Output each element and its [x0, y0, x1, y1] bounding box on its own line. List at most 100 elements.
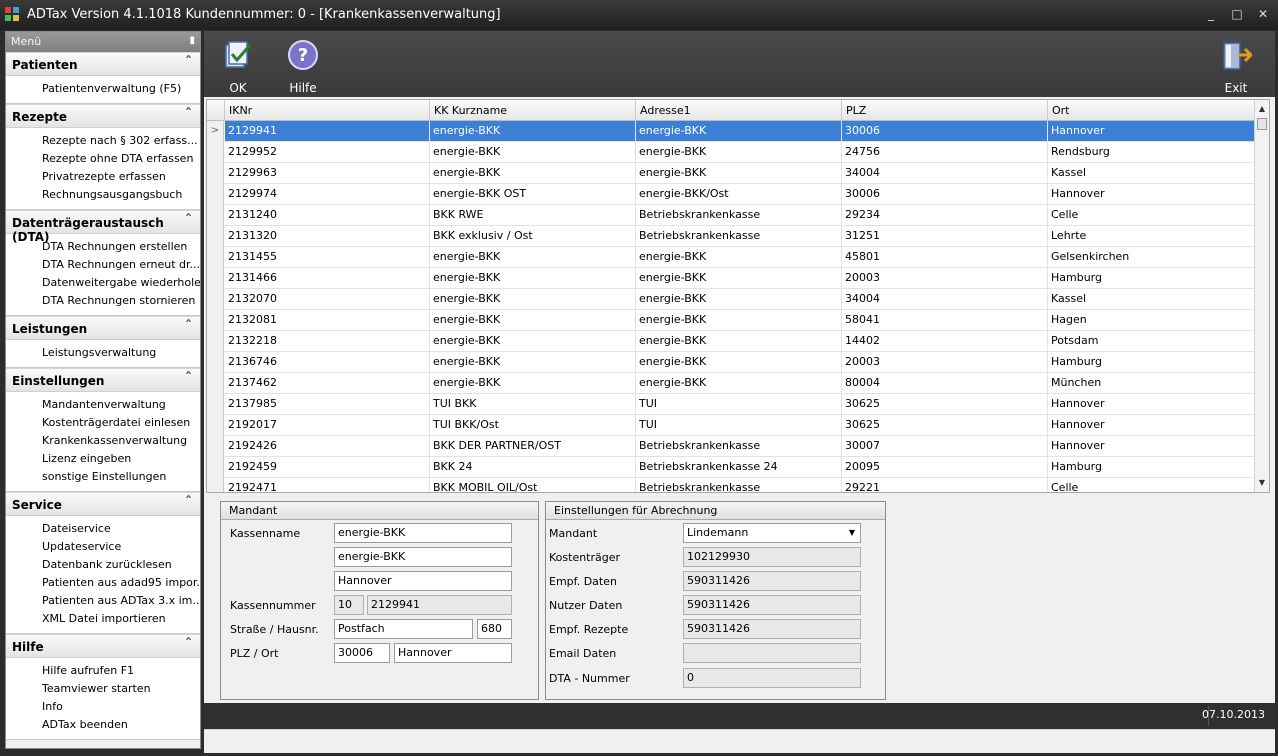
cell-plz[interactable]: 80004 — [842, 373, 1048, 393]
sidebar-item[interactable]: Leistungsverwaltung — [6, 344, 200, 362]
sidebar-item[interactable]: Lizenz eingeben — [6, 450, 200, 468]
sidebar-item[interactable]: Hilfe aufrufen F1 — [6, 662, 200, 680]
cell-ort[interactable]: Kassel — [1048, 163, 1255, 183]
cell-kurzname[interactable]: energie-BKK — [430, 310, 636, 330]
column-header-iknr[interactable]: IKNr — [225, 100, 430, 121]
cell-kurzname[interactable]: energie-BKK — [430, 268, 636, 288]
cell-ort[interactable]: Hannover — [1048, 436, 1255, 456]
cell-ort[interactable]: Hannover — [1048, 184, 1255, 204]
column-header-ort[interactable]: Ort — [1048, 100, 1255, 121]
cell-iknr[interactable]: 2132218 — [225, 331, 430, 351]
sidebar-item[interactable]: Datenbank zurücklesen — [6, 556, 200, 574]
sidebar-item[interactable]: sonstige Einstellungen — [6, 468, 200, 486]
cell-kurzname[interactable]: TUI BKK — [430, 394, 636, 414]
cell-adresse1[interactable]: TUI — [636, 415, 842, 435]
cell-plz[interactable]: 58041 — [842, 310, 1048, 330]
collapse-chevron-icon[interactable]: ˆ — [185, 319, 192, 335]
cell-plz[interactable]: 30625 — [842, 394, 1048, 414]
table-row[interactable]: 2131455 energie-BKK energie-BKK 45801 Gelsen… — [207, 247, 1255, 268]
cell-adresse1[interactable]: Betriebskrankenkasse — [636, 478, 842, 492]
cell-adresse1[interactable]: energie-BKK — [636, 373, 842, 393]
cell-plz[interactable]: 30007 — [842, 436, 1048, 456]
cell-adresse1[interactable]: energie-BKK — [636, 163, 842, 183]
exit-button[interactable]: Exit — [1206, 37, 1266, 95]
table-row[interactable]: 2129963 energie-BKK energie-BKK 34004 Kassel — [207, 163, 1255, 184]
cell-adresse1[interactable]: Betriebskrankenkasse — [636, 205, 842, 225]
cell-iknr[interactable]: 2132070 — [225, 289, 430, 309]
kassenname-field-2[interactable]: energie-BKK — [334, 547, 512, 567]
row-header[interactable] — [207, 247, 224, 268]
sidebar-item[interactable]: Rechnungsausgangsbuch — [6, 186, 200, 204]
collapse-chevron-icon[interactable]: ˆ — [185, 213, 192, 229]
cell-plz[interactable]: 24756 — [842, 142, 1048, 162]
row-header[interactable] — [207, 310, 224, 331]
sidebar-item[interactable]: Krankenkassenverwaltung — [6, 432, 200, 450]
row-header[interactable] — [207, 457, 224, 478]
ort-field[interactable]: Hannover — [394, 643, 512, 663]
cell-adresse1[interactable]: TUI — [636, 394, 842, 414]
sidebar-item[interactable]: Datenweitergabe wiederholen — [6, 274, 200, 292]
cell-ort[interactable]: Potsdam — [1048, 331, 1255, 351]
sidebar-item[interactable]: XML Datei importieren — [6, 610, 200, 628]
collapse-chevron-icon[interactable]: ˆ — [185, 107, 192, 123]
cell-plz[interactable]: 29221 — [842, 478, 1048, 492]
cell-kurzname[interactable]: energie-BKK — [430, 331, 636, 351]
sidebar-group-header[interactable]: Rezepte ˆ — [6, 104, 200, 128]
cell-plz[interactable]: 30625 — [842, 415, 1048, 435]
cell-iknr[interactable]: 2136746 — [225, 352, 430, 372]
row-header[interactable] — [207, 184, 224, 205]
cell-iknr[interactable]: 2132081 — [225, 310, 430, 330]
row-header[interactable] — [207, 163, 224, 184]
cell-iknr[interactable]: 2137462 — [225, 373, 430, 393]
sidebar-item[interactable]: Patienten aus adad95 impor... — [6, 574, 200, 592]
cell-kurzname[interactable]: energie-BKK — [430, 247, 636, 267]
hausnr-field[interactable]: 680 — [477, 619, 512, 639]
cell-kurzname[interactable]: energie-BKK — [430, 142, 636, 162]
cell-plz[interactable]: 34004 — [842, 163, 1048, 183]
column-header-plz[interactable]: PLZ — [842, 100, 1048, 121]
column-header-kurzname[interactable]: KK Kurzname — [430, 100, 636, 121]
scroll-up-icon[interactable]: ▲ — [1255, 102, 1269, 116]
table-row[interactable]: 2192426 BKK DER PARTNER/OST Betriebskranke… — [207, 436, 1255, 457]
cell-kurzname[interactable]: energie-BKK — [430, 352, 636, 372]
sidebar-item[interactable]: Mandantenverwaltung — [6, 396, 200, 414]
cell-plz[interactable]: 45801 — [842, 247, 1048, 267]
cell-ort[interactable]: Gelsenkirchen — [1048, 247, 1255, 267]
cell-kurzname[interactable]: energie-BKK OST — [430, 184, 636, 204]
cell-adresse1[interactable]: energie-BKK/Ost — [636, 184, 842, 204]
cell-plz[interactable]: 20003 — [842, 268, 1048, 288]
sidebar-group-header[interactable]: Patienten ˆ — [6, 52, 200, 76]
collapse-chevron-icon[interactable]: ˆ — [185, 55, 192, 71]
row-header[interactable] — [207, 352, 224, 373]
table-row[interactable]: 2131320 BKK exklusiv / Ost Betriebskranken… — [207, 226, 1255, 247]
row-header[interactable]: > — [207, 121, 224, 142]
row-header[interactable] — [207, 478, 224, 492]
cell-adresse1[interactable]: energie-BKK — [636, 352, 842, 372]
row-header[interactable] — [207, 289, 224, 310]
cell-iknr[interactable]: 2192471 — [225, 478, 430, 492]
cell-kurzname[interactable]: BKK 24 — [430, 457, 636, 477]
cell-plz[interactable]: 14402 — [842, 331, 1048, 351]
chevron-down-icon[interactable]: ▼ — [849, 524, 855, 542]
collapse-chevron-icon[interactable]: ˆ — [185, 371, 192, 387]
cell-plz[interactable]: 30006 — [842, 184, 1048, 204]
maximize-button[interactable]: □ — [1226, 5, 1248, 23]
table-row[interactable]: 2129952 energie-BKK energie-BKK 24756 Rendsb… — [207, 142, 1255, 163]
cell-kurzname[interactable]: energie-BKK — [430, 373, 636, 393]
table-row[interactable]: 2131240 BKK RWE Betriebskrankenkasse 29234 C… — [207, 205, 1255, 226]
cell-plz[interactable]: 31251 — [842, 226, 1048, 246]
cell-kurzname[interactable]: BKK RWE — [430, 205, 636, 225]
column-header-adresse1[interactable]: Adresse1 — [636, 100, 842, 121]
strasse-field[interactable]: Postfach — [334, 619, 473, 639]
sidebar-item[interactable]: ADTax beenden — [6, 716, 200, 734]
table-row[interactable]: 2132218 energie-BKK energie-BKK 14402 Potsda… — [207, 331, 1255, 352]
cell-kurzname[interactable]: BKK DER PARTNER/OST — [430, 436, 636, 456]
cell-kurzname[interactable]: energie-BKK — [430, 163, 636, 183]
cell-ort[interactable]: Celle — [1048, 205, 1255, 225]
cell-adresse1[interactable]: Betriebskrankenkasse 24 — [636, 457, 842, 477]
cell-iknr[interactable]: 2131466 — [225, 268, 430, 288]
sidebar-group-header[interactable]: Leistungen ˆ — [6, 316, 200, 340]
cell-plz[interactable]: 20095 — [842, 457, 1048, 477]
cell-ort[interactable]: Hagen — [1048, 310, 1255, 330]
cell-adresse1[interactable]: energie-BKK — [636, 310, 842, 330]
